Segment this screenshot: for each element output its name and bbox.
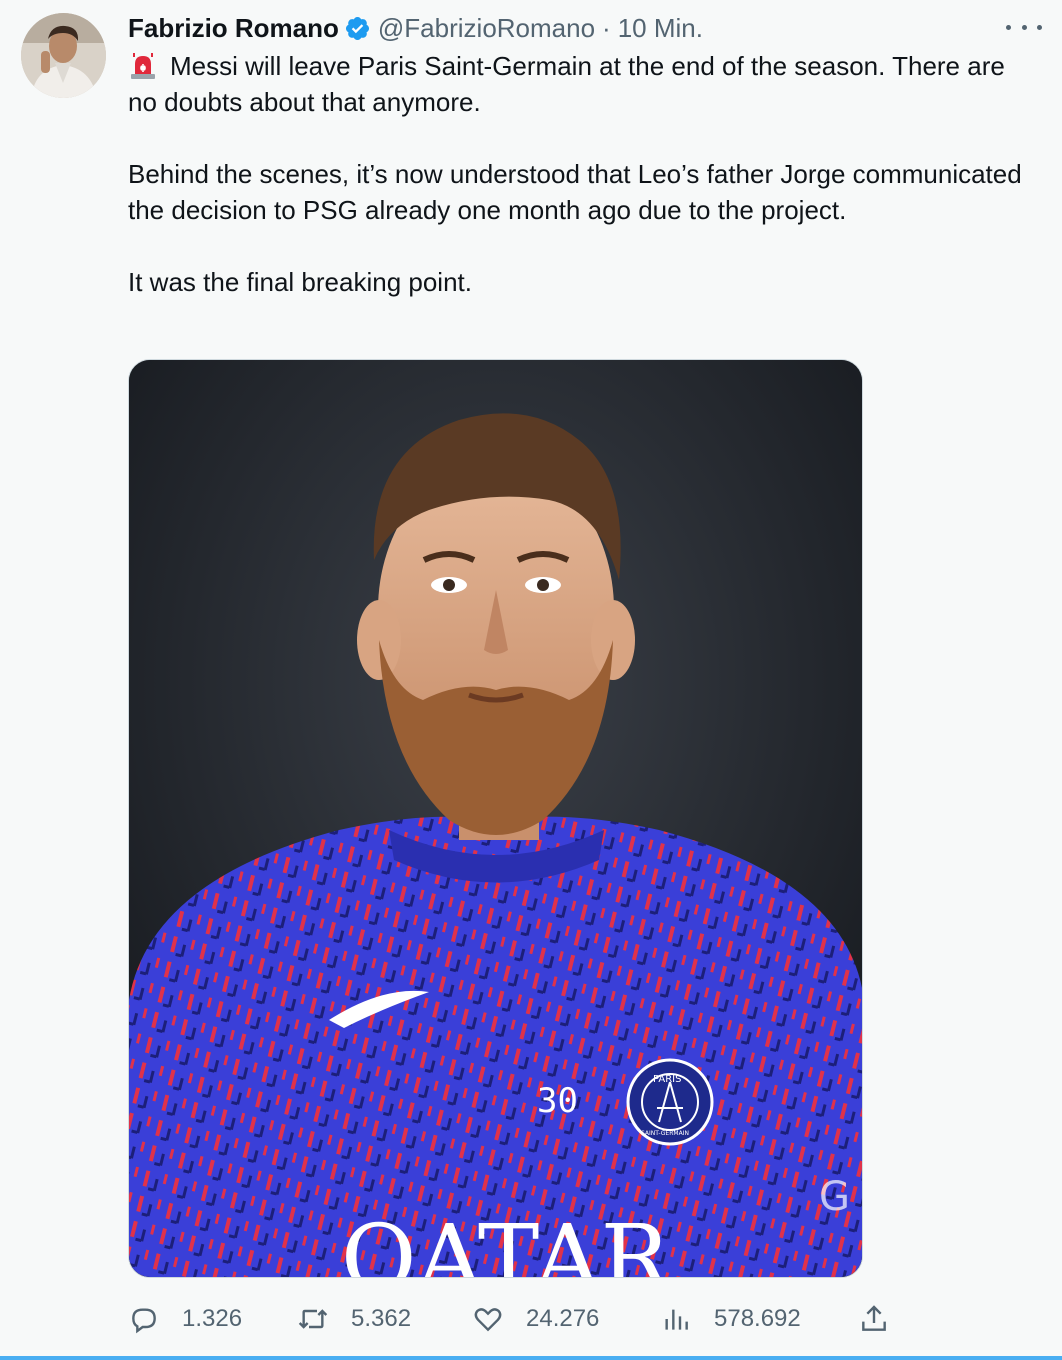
share-button[interactable] bbox=[858, 1296, 890, 1342]
reply-icon bbox=[128, 1303, 160, 1335]
tweet-actions: 1.326 5.362 24.276 578.692 bbox=[0, 1296, 1062, 1342]
avatar-image bbox=[21, 13, 106, 98]
jersey-number: 30 bbox=[537, 1081, 578, 1121]
like-count: 24.276 bbox=[526, 1305, 600, 1332]
corner-text: G bbox=[819, 1174, 850, 1220]
tweet-media-photo[interactable]: 30 PARIS SAINT-GERMAIN QATAR G bbox=[128, 359, 863, 1278]
messi-photo: 30 PARIS SAINT-GERMAIN QATAR G bbox=[129, 360, 862, 1278]
separator-dot: · bbox=[602, 12, 611, 43]
author-handle[interactable]: @FabrizioRomano bbox=[378, 13, 595, 44]
retweet-icon bbox=[297, 1303, 329, 1335]
tweet-header: Fabrizio Romano @FabrizioRomano · 10 Min… bbox=[128, 10, 703, 46]
retweet-count: 5.362 bbox=[351, 1305, 412, 1332]
crest-text-bottom: SAINT-GERMAIN bbox=[641, 1130, 689, 1137]
sponsor-text: QATAR bbox=[341, 1205, 673, 1278]
tweet-paragraph-1: Messi will leave Paris Saint-Germain at … bbox=[128, 51, 1005, 117]
rotating-light-siren-icon bbox=[128, 50, 158, 80]
reply-button[interactable]: 1.326 bbox=[128, 1296, 242, 1342]
more-options-icon[interactable] bbox=[1006, 12, 1042, 42]
verified-badge-icon bbox=[344, 15, 371, 42]
views-icon bbox=[660, 1303, 692, 1335]
tweet-timestamp[interactable]: 10 Min. bbox=[618, 13, 703, 44]
bottom-divider bbox=[0, 1356, 1062, 1360]
like-button[interactable]: 24.276 bbox=[472, 1296, 599, 1342]
crest-text-top: PARIS bbox=[653, 1074, 681, 1085]
tweet-paragraph-3: It was the final breaking point. bbox=[128, 267, 472, 297]
views-count: 578.692 bbox=[714, 1305, 801, 1332]
tweet-paragraph-2: Behind the scenes, it’s now understood t… bbox=[128, 159, 1022, 225]
reply-count: 1.326 bbox=[182, 1305, 243, 1332]
like-icon bbox=[472, 1303, 504, 1335]
tweet-paragraph: Messi will leave Paris Saint-Germain at … bbox=[128, 48, 1028, 120]
share-icon bbox=[858, 1303, 890, 1335]
views-button[interactable]: 578.692 bbox=[660, 1296, 801, 1342]
tweet[interactable]: Fabrizio Romano @FabrizioRomano · 10 Min… bbox=[0, 0, 1062, 1360]
author-name[interactable]: Fabrizio Romano bbox=[128, 13, 339, 44]
retweet-button[interactable]: 5.362 bbox=[297, 1296, 411, 1342]
author-avatar[interactable] bbox=[21, 13, 106, 98]
tweet-text: Messi will leave Paris Saint-Germain at … bbox=[128, 48, 1028, 336]
